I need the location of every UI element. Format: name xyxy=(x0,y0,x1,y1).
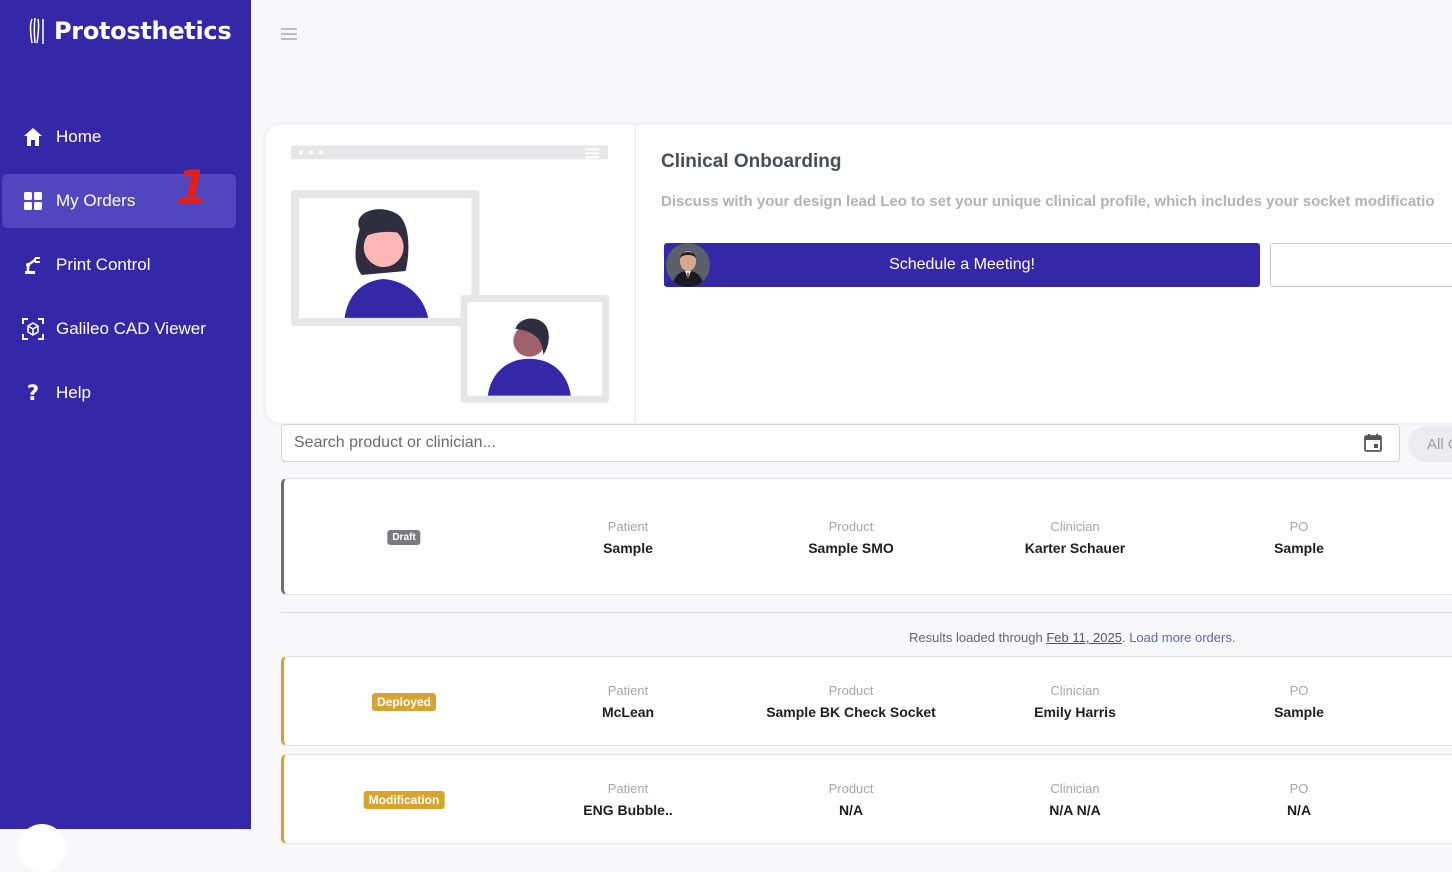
secondary-button[interactable] xyxy=(1270,243,1452,287)
po-label: PO xyxy=(1289,519,1309,534)
results-note: Results loaded through Feb 11, 2025. Loa… xyxy=(909,630,1236,645)
onboarding-title: Clinical Onboarding xyxy=(661,151,842,172)
po-value: Sample xyxy=(1274,704,1324,720)
status-badge: Draft xyxy=(387,530,421,545)
filter-dropdown[interactable]: All C xyxy=(1408,426,1452,462)
order-card-draft[interactable]: Draft Patient Sample Product Sample SMO … xyxy=(281,478,1452,595)
order-card-deployed[interactable]: Deployed Patient McLean Product Sample B… xyxy=(281,656,1452,746)
po-value: N/A xyxy=(1286,802,1312,818)
schedule-meeting-label: Schedule a Meeting! xyxy=(889,256,1035,273)
product-value: Sample SMO xyxy=(808,540,894,556)
patient-value: McLean xyxy=(601,704,655,720)
search-input[interactable] xyxy=(282,425,1342,461)
patient-column: Patient McLean xyxy=(602,683,654,720)
patient-label: Patient xyxy=(607,781,649,796)
schedule-meeting-button[interactable]: Schedule a Meeting! xyxy=(664,243,1260,287)
home-icon xyxy=(22,126,44,148)
patient-column: Patient ENG Bubble.. xyxy=(583,781,672,818)
sidebar-item-label: Home xyxy=(56,127,102,146)
clinician-label: Clinician xyxy=(1050,683,1100,698)
po-column: PO Sample xyxy=(1274,519,1324,556)
clinician-column: Clinician N/A N/A xyxy=(1049,781,1101,818)
product-label: Product xyxy=(828,683,874,698)
filter-label: All C xyxy=(1427,435,1452,453)
status-badge: Modification xyxy=(363,791,445,809)
sidebar-item-label: Print Control xyxy=(56,255,151,274)
sidebar-item-help[interactable]: ? Help xyxy=(2,366,236,420)
clinician-column: Clinician Emily Harris xyxy=(1034,683,1116,720)
sidebar-item-label: Help xyxy=(56,383,91,402)
patient-value: ENG Bubble.. xyxy=(583,802,673,818)
po-label: PO xyxy=(1289,781,1309,796)
question-icon: ? xyxy=(26,381,40,405)
po-value: Sample xyxy=(1274,540,1324,556)
product-column: Product Sample SMO xyxy=(808,519,894,556)
patient-column: Patient Sample xyxy=(603,519,653,556)
design-lead-avatar xyxy=(666,243,710,287)
clinician-value: Emily Harris xyxy=(1034,704,1116,720)
product-label: Product xyxy=(828,781,874,796)
video-call-illustration xyxy=(290,125,636,423)
sidebar-item-print-control[interactable]: Print Control xyxy=(2,238,236,292)
grid-icon xyxy=(22,190,44,212)
logo-icon xyxy=(29,17,44,44)
product-value: Sample BK Check Socket xyxy=(766,704,936,720)
results-date: Feb 11, 2025 xyxy=(1046,630,1122,645)
menu-icon[interactable] xyxy=(281,26,297,42)
clinician-column: Clinician Karter Schauer xyxy=(1025,519,1125,556)
divider xyxy=(281,612,1452,613)
product-value: N/A xyxy=(838,802,864,818)
sidebar-item-label: My Orders xyxy=(56,191,136,210)
clinician-label: Clinician xyxy=(1050,781,1100,796)
po-column: PO N/A xyxy=(1287,781,1311,818)
patient-value: Sample xyxy=(603,540,653,556)
sidebar: Protosthetics Home My Orders Print Contr… xyxy=(0,0,251,872)
annotation-one: 1 xyxy=(176,160,209,214)
onboarding-description: Discuss with your design lead Leo to set… xyxy=(661,193,1435,210)
clinician-value: N/A N/A xyxy=(1049,802,1101,818)
clinician-label: Clinician xyxy=(1050,519,1100,534)
po-column: PO Sample xyxy=(1274,683,1324,720)
clinician-value: Karter Schauer xyxy=(1024,540,1126,556)
product-column: Product Sample BK Check Socket xyxy=(766,683,936,720)
app-name: Protosthetics xyxy=(54,17,232,45)
load-more-link[interactable]: Load more orders. xyxy=(1129,630,1235,645)
po-label: PO xyxy=(1289,683,1309,698)
product-column: Product N/A xyxy=(829,781,874,818)
sidebar-item-home[interactable]: Home xyxy=(2,110,236,164)
sidebar-item-label: Galileo CAD Viewer xyxy=(56,319,206,338)
product-label: Product xyxy=(828,519,874,534)
patient-label: Patient xyxy=(607,683,649,698)
brand[interactable]: Protosthetics xyxy=(24,16,232,46)
patient-label: Patient xyxy=(607,519,649,534)
robot-arm-icon xyxy=(22,254,44,276)
search-bar xyxy=(281,424,1400,462)
cube-icon xyxy=(22,318,44,340)
status-badge: Deployed xyxy=(371,693,437,711)
calendar-icon[interactable] xyxy=(1363,433,1383,453)
onboarding-card: Clinical Onboarding Discuss with your de… xyxy=(266,125,1452,423)
order-card-modification[interactable]: Modification Patient ENG Bubble.. Produc… xyxy=(281,754,1452,844)
sidebar-item-galileo-cad-viewer[interactable]: Galileo CAD Viewer xyxy=(2,302,236,356)
user-avatar[interactable] xyxy=(18,824,66,872)
